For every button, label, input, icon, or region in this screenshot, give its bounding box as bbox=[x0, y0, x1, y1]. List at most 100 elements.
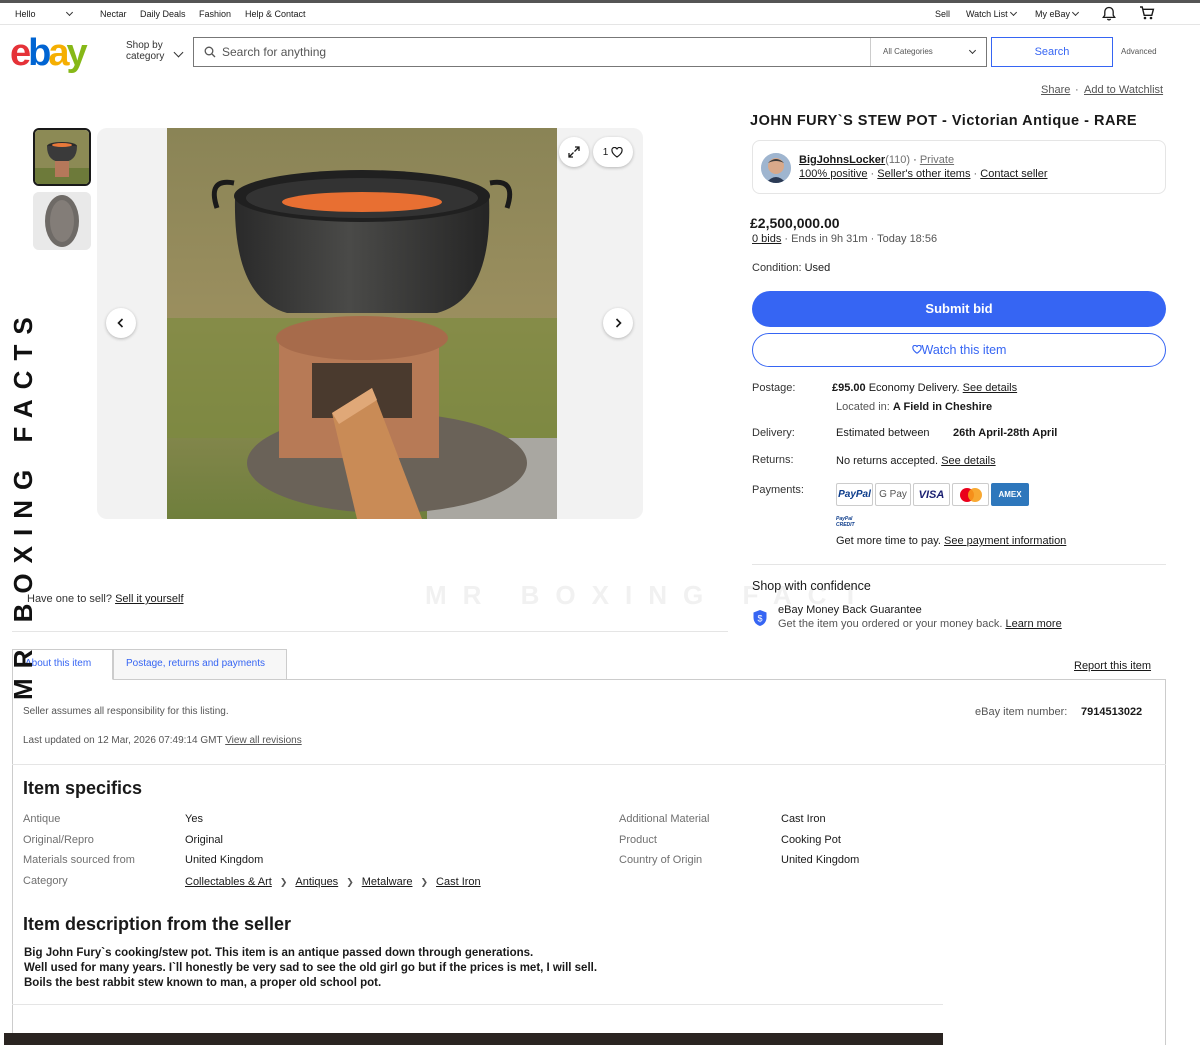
submit-bid-button[interactable]: Submit bid bbox=[752, 291, 1166, 327]
paypal-credit-logo: PayPal CREDIT bbox=[836, 516, 855, 528]
returns-value: No returns accepted. See details bbox=[836, 455, 996, 467]
ends-in: Ends in 9h 31m bbox=[791, 233, 868, 245]
chevron-left-icon bbox=[117, 318, 124, 328]
nav-link-sell[interactable]: Sell bbox=[935, 9, 950, 19]
tab-postage-returns-payments[interactable]: Postage, returns and payments bbox=[113, 649, 287, 680]
chevron-right-icon: ❯ bbox=[420, 877, 429, 887]
condition: Condition: Used bbox=[752, 262, 830, 274]
google-pay-icon: G Pay bbox=[875, 483, 911, 506]
more-time-to-pay: Get more time to pay. See payment inform… bbox=[836, 535, 1066, 547]
chevron-down-icon bbox=[968, 46, 977, 55]
spec-value: Cast Iron bbox=[781, 813, 826, 825]
condition-label: Condition: bbox=[752, 262, 802, 274]
watch-list-label: Watch List bbox=[966, 9, 1008, 19]
category-label: Category bbox=[23, 875, 68, 887]
located-in-label: Located in: bbox=[836, 401, 890, 413]
breadcrumb-antiques[interactable]: Antiques bbox=[295, 876, 338, 888]
returns-see-details-link[interactable]: See details bbox=[941, 455, 995, 467]
postage-see-details-link[interactable]: See details bbox=[963, 382, 1017, 394]
paypal-icon: PayPal bbox=[836, 483, 873, 506]
report-item-link[interactable]: Report this item bbox=[1074, 660, 1151, 672]
postage-value: £95.00 Economy Delivery. See details bbox=[832, 382, 1017, 394]
item-number: 7914513022 bbox=[1081, 706, 1143, 718]
nav-link-daily-deals[interactable]: Daily Deals bbox=[140, 9, 186, 19]
bids-link[interactable]: 0 bids bbox=[752, 233, 781, 245]
spec-key: Additional Material bbox=[619, 813, 710, 825]
current-price: £2,500,000.00 bbox=[750, 215, 840, 231]
spec-value: Yes bbox=[185, 813, 203, 825]
bid-info: 0 bids · Ends in 9h 31m · Today 18:56 bbox=[752, 233, 938, 245]
next-image-button[interactable] bbox=[603, 308, 633, 338]
divider bbox=[12, 1004, 943, 1005]
previous-image-button[interactable] bbox=[106, 308, 136, 338]
category-breadcrumb: Collectables & Art ❯ Antiques ❯ Metalware ❯ Ca… bbox=[185, 876, 481, 888]
payments-label: Payments: bbox=[752, 484, 804, 496]
sell-prompt-text: Have one to sell? bbox=[27, 593, 112, 605]
watch-item-label: Watch this item bbox=[921, 343, 1007, 357]
heart-icon bbox=[611, 146, 623, 158]
nav-my-ebay[interactable]: My eBay bbox=[1035, 8, 1080, 19]
contact-seller-link[interactable]: Contact seller bbox=[980, 168, 1047, 180]
search-icon bbox=[204, 45, 216, 63]
end-time: Today 18:56 bbox=[877, 233, 938, 245]
delivery-desc: Estimated between bbox=[836, 427, 930, 439]
learn-more-link[interactable]: Learn more bbox=[1005, 618, 1061, 630]
hello-greeting[interactable]: Hello bbox=[15, 9, 36, 19]
advanced-search-link[interactable]: Advanced bbox=[1121, 47, 1157, 56]
description-line: Boils the best rabbit stew known to man,… bbox=[24, 977, 382, 989]
shield-icon: $ bbox=[752, 609, 768, 632]
chevron-down-icon bbox=[1071, 8, 1080, 17]
feedback-count: (110) bbox=[885, 154, 911, 166]
nav-link-fashion[interactable]: Fashion bbox=[199, 9, 231, 19]
sellers-other-items-link[interactable]: Seller's other items bbox=[877, 168, 970, 180]
positive-feedback-link[interactable]: 100% positive bbox=[799, 168, 868, 180]
ebay-logo[interactable]: ebay bbox=[10, 32, 88, 75]
main-product-image bbox=[167, 128, 557, 519]
delivery-dates: 26th April-28th April bbox=[953, 427, 1058, 439]
spec-value: United Kingdom bbox=[185, 854, 264, 866]
chevron-right-icon bbox=[615, 318, 622, 328]
search-input[interactable]: Search for anything bbox=[222, 45, 326, 59]
returns-text: No returns accepted. bbox=[836, 455, 939, 467]
search-button[interactable]: Search bbox=[991, 37, 1113, 67]
breadcrumb-metalware[interactable]: Metalware bbox=[362, 876, 413, 888]
bell-icon[interactable] bbox=[1102, 6, 1116, 23]
breadcrumb-cast-iron[interactable]: Cast Iron bbox=[436, 876, 481, 888]
seller-avatar[interactable] bbox=[761, 153, 791, 183]
add-to-watchlist-link[interactable]: Add to Watchlist bbox=[1084, 84, 1163, 96]
category-select[interactable]: All Categories bbox=[870, 38, 987, 66]
thumbnail-2[interactable] bbox=[33, 192, 91, 250]
description-media-strip bbox=[4, 1033, 943, 1045]
share-link[interactable]: Share bbox=[1041, 84, 1070, 96]
thumbnail-1[interactable] bbox=[33, 128, 91, 186]
spec-key: Product bbox=[619, 834, 657, 846]
cart-icon[interactable] bbox=[1139, 5, 1155, 23]
expand-image-button[interactable] bbox=[559, 137, 589, 167]
description-line: Big John Fury`s cooking/stew pot. This i… bbox=[24, 947, 534, 959]
shop-by-category-button[interactable]: Shop by category bbox=[126, 40, 164, 62]
hello-menu-chevron-icon[interactable] bbox=[64, 8, 74, 19]
visa-icon: VISA bbox=[913, 483, 950, 506]
watch-item-button[interactable]: Watch this item bbox=[752, 333, 1166, 367]
breadcrumb-collectables-art[interactable]: Collectables & Art bbox=[185, 876, 272, 888]
payment-information-link[interactable]: See payment information bbox=[944, 535, 1066, 547]
nav-watch-list[interactable]: Watch List bbox=[966, 8, 1017, 19]
seller-name-link[interactable]: BigJohnsLocker bbox=[799, 154, 885, 166]
nav-link-help-contact[interactable]: Help & Contact bbox=[245, 9, 306, 19]
divider bbox=[12, 631, 728, 632]
condition-value: Used bbox=[804, 262, 831, 274]
amex-icon: AMEX bbox=[991, 483, 1029, 506]
view-revisions-link[interactable]: View all revisions bbox=[225, 735, 302, 746]
shop-by-label: Shop by bbox=[126, 40, 163, 51]
divider bbox=[12, 764, 1166, 765]
sell-it-yourself-link[interactable]: Sell it yourself bbox=[115, 593, 183, 605]
located-in: Located in: A Field in Cheshire bbox=[836, 401, 992, 413]
search-bar[interactable]: Search for anything All Categories bbox=[193, 37, 987, 67]
main-image-gallery[interactable] bbox=[97, 128, 643, 519]
divider bbox=[752, 564, 1166, 565]
last-updated: Last updated on 12 Mar, 2026 07:49:14 GM… bbox=[23, 735, 302, 746]
chevron-down-icon bbox=[1009, 8, 1017, 17]
watch-count-button[interactable]: 1 bbox=[593, 137, 633, 167]
seller-type[interactable]: Private bbox=[920, 154, 954, 166]
nav-link-nectar[interactable]: Nectar bbox=[100, 9, 127, 19]
